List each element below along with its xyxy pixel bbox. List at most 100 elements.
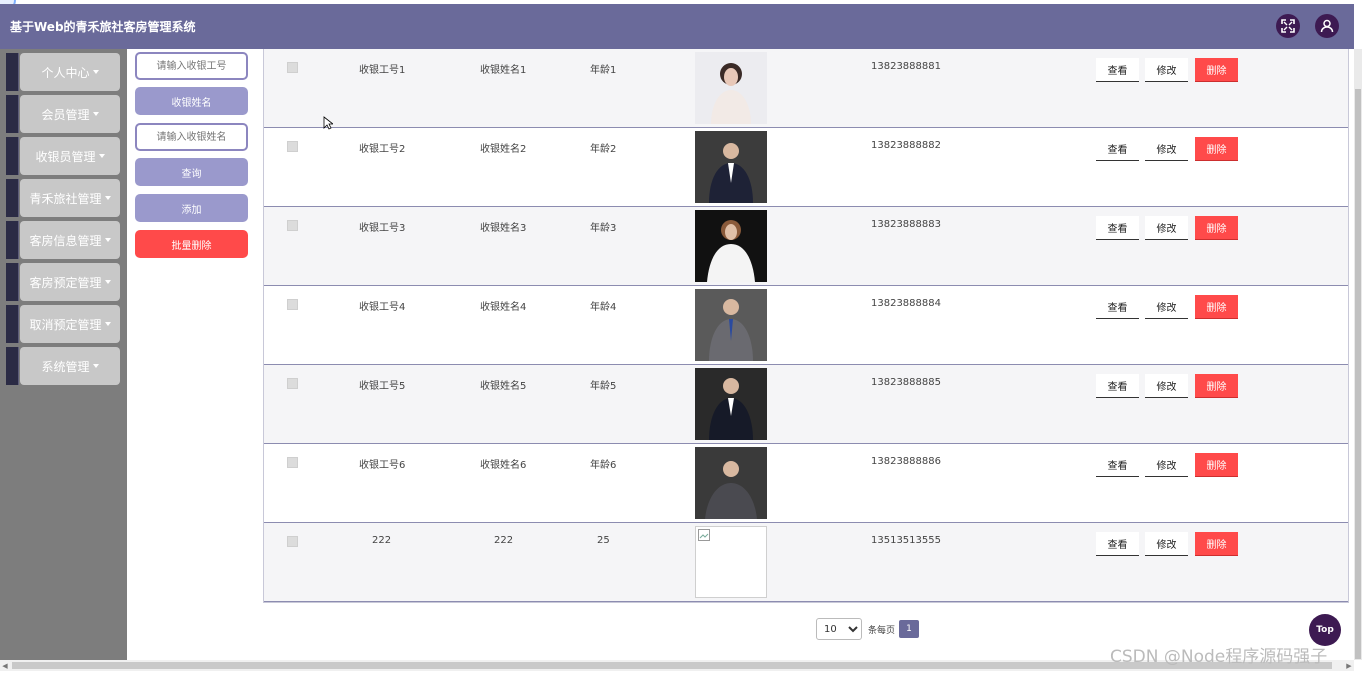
cashier-phone: 13823888882 — [871, 140, 941, 151]
row-checkbox[interactable] — [287, 536, 298, 547]
cashier-no: 收银工号1 — [359, 65, 406, 76]
row-checkbox[interactable] — [287, 141, 298, 152]
cashier-phone: 13823888885 — [871, 377, 941, 388]
view-button[interactable]: 查看 — [1096, 58, 1139, 82]
delete-button[interactable]: 删除 — [1195, 58, 1238, 82]
cashier-name: 收银姓名3 — [480, 223, 527, 234]
cashier-phone: 13823888881 — [871, 61, 941, 72]
portrait-photo — [695, 447, 767, 519]
edit-button[interactable]: 修改 — [1145, 216, 1188, 240]
delete-button[interactable]: 删除 — [1195, 295, 1238, 319]
view-button[interactable]: 查看 — [1096, 295, 1139, 319]
edit-button[interactable]: 修改 — [1145, 532, 1188, 556]
table-row: 收银工号4 收银姓名4 年龄4 13823888884 查看 修改 删除 — [264, 286, 1348, 365]
sidebar-item-label: 会员管理 — [41, 107, 90, 122]
table-row: 收银工号5 收银姓名5 年龄5 13823888885 查看 修改 删除 — [264, 365, 1348, 444]
sidebar-item-cancel-booking-mgmt[interactable]: 取消预定管理 — [6, 305, 120, 343]
view-button[interactable]: 查看 — [1096, 374, 1139, 398]
view-button[interactable]: 查看 — [1096, 532, 1139, 556]
row-checkbox[interactable] — [287, 457, 298, 468]
row-checkbox[interactable] — [287, 62, 298, 73]
view-button[interactable]: 查看 — [1096, 216, 1139, 240]
cashier-age: 年龄4 — [590, 302, 617, 313]
page-number-button[interactable]: 1 — [899, 620, 919, 638]
portrait-photo — [695, 289, 767, 361]
edit-button[interactable]: 修改 — [1145, 374, 1188, 398]
user-icon — [1320, 19, 1334, 33]
cashier-age: 25 — [597, 535, 610, 546]
vertical-scrollbar[interactable] — [1354, 49, 1362, 660]
table-row: 收银工号6 收银姓名6 年龄6 13823888886 查看 修改 删除 — [264, 444, 1348, 523]
delete-button[interactable]: 删除 — [1195, 532, 1238, 556]
user-button[interactable] — [1315, 14, 1339, 38]
delete-button[interactable]: 删除 — [1195, 216, 1238, 240]
row-checkbox[interactable] — [287, 220, 298, 231]
portrait-photo — [695, 52, 767, 124]
sidebar-item-system-mgmt[interactable]: 系统管理 — [6, 347, 120, 385]
row-checkbox[interactable] — [287, 378, 298, 389]
view-button[interactable]: 查看 — [1096, 137, 1139, 161]
caret-down-icon — [92, 70, 99, 74]
cashier-phone: 13823888884 — [871, 298, 941, 309]
sidebar-item-label: 取消预定管理 — [29, 317, 102, 332]
portrait-photo — [695, 210, 767, 282]
caret-down-icon — [104, 196, 111, 200]
cashier-no: 收银工号4 — [359, 302, 406, 313]
cashier-name: 收银姓名4 — [480, 302, 527, 313]
batch-delete-button[interactable]: 批量删除 — [135, 230, 248, 258]
edit-button[interactable]: 修改 — [1145, 58, 1188, 82]
cashier-phone: 13513513555 — [871, 535, 941, 546]
sidebar: 个人中心 会员管理 收银员管理 青禾旅社管理 客房信息管理 客房预定管理 取消预… — [0, 49, 127, 660]
table-row: 收银工号2 收银姓名2 年龄2 13823888882 查看 修改 删除 — [264, 128, 1348, 207]
sidebar-item-label: 客房预定管理 — [29, 275, 102, 290]
cashier-no-input[interactable] — [135, 52, 248, 80]
scroll-left-icon[interactable]: ◀ — [0, 660, 10, 671]
add-button[interactable]: 添加 — [135, 194, 248, 222]
cashier-age: 年龄2 — [590, 144, 617, 155]
view-button[interactable]: 查看 — [1096, 453, 1139, 477]
cashier-age: 年龄3 — [590, 223, 617, 234]
caret-down-icon — [104, 280, 111, 284]
edit-button[interactable]: 修改 — [1145, 137, 1188, 161]
expand-icon — [1281, 19, 1295, 33]
page-size-select[interactable]: 10 — [816, 618, 862, 640]
page-size-label: 条每页 — [868, 626, 896, 636]
cashier-no: 收银工号3 — [359, 223, 406, 234]
cashier-no: 收银工号5 — [359, 381, 406, 392]
delete-button[interactable]: 删除 — [1195, 453, 1238, 477]
cashier-name: 收银姓名2 — [480, 144, 527, 155]
fullscreen-button[interactable] — [1276, 14, 1300, 38]
caret-down-icon — [92, 112, 99, 116]
caret-down-icon — [104, 238, 111, 242]
edit-button[interactable]: 修改 — [1145, 295, 1188, 319]
sidebar-item-personal-center[interactable]: 个人中心 — [6, 53, 120, 91]
cashier-name: 收银姓名6 — [480, 460, 527, 471]
mouse-cursor-icon — [323, 116, 333, 130]
cashier-age: 年龄1 — [590, 65, 617, 76]
edit-button[interactable]: 修改 — [1145, 453, 1188, 477]
broken-image-icon — [695, 526, 767, 598]
delete-button[interactable]: 删除 — [1195, 137, 1238, 161]
sidebar-item-room-info-mgmt[interactable]: 客房信息管理 — [6, 221, 120, 259]
sidebar-item-cashier-mgmt[interactable]: 收银员管理 — [6, 137, 120, 175]
cashier-phone: 13823888883 — [871, 219, 941, 230]
table-row: 收银工号1 收银姓名1 年龄1 13823888881 查看 修改 删除 — [264, 49, 1348, 128]
cashier-table: 收银工号1 收银姓名1 年龄1 13823888881 查看 修改 删除 收银工… — [263, 49, 1349, 603]
cashier-name-input[interactable] — [135, 123, 248, 151]
scroll-right-icon[interactable]: ▶ — [1344, 660, 1354, 671]
cashier-name-label-button[interactable]: 收银姓名 — [135, 87, 248, 115]
caret-down-icon — [98, 154, 105, 158]
cashier-name: 收银姓名5 — [480, 381, 527, 392]
row-checkbox[interactable] — [287, 299, 298, 310]
cashier-no: 222 — [372, 535, 392, 546]
sidebar-item-member-mgmt[interactable]: 会员管理 — [6, 95, 120, 133]
cashier-name: 222 — [494, 535, 514, 546]
sidebar-item-hostel-mgmt[interactable]: 青禾旅社管理 — [6, 179, 120, 217]
sidebar-item-label: 系统管理 — [41, 359, 90, 374]
caret-down-icon — [104, 322, 111, 326]
delete-button[interactable]: 删除 — [1195, 374, 1238, 398]
query-button[interactable]: 查询 — [135, 158, 248, 186]
watermark: CSDN @Node程序源码强子 — [1110, 647, 1328, 667]
sidebar-item-label: 收银员管理 — [35, 149, 96, 164]
sidebar-item-booking-mgmt[interactable]: 客房预定管理 — [6, 263, 120, 301]
